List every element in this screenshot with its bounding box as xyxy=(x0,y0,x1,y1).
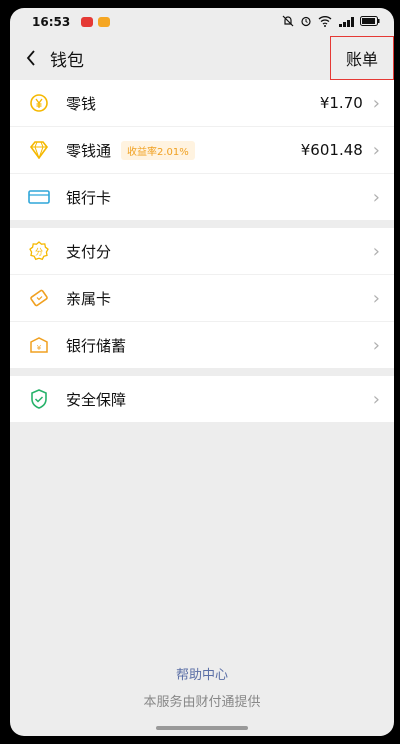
chevron-right-icon: › xyxy=(372,92,380,114)
app-notification-icon xyxy=(81,17,94,27)
chevron-right-icon: › xyxy=(372,388,380,410)
page-title: 钱包 xyxy=(50,50,84,71)
status-time: 16:53 xyxy=(32,15,71,29)
bank-card-label: 银行卡 xyxy=(66,188,112,207)
pay-score-label: 支付分 xyxy=(66,242,112,261)
alarm-icon xyxy=(300,15,312,30)
chevron-right-icon: › xyxy=(372,139,380,161)
svg-text:分: 分 xyxy=(35,248,43,257)
bank-savings-label: 银行储蓄 xyxy=(66,336,127,355)
chevron-right-icon: › xyxy=(372,287,380,309)
menu-item-lqt[interactable]: 零钱通 收益率2.01% ¥601.48 › xyxy=(10,127,394,174)
wifi-icon xyxy=(318,15,332,30)
service-note: 本服务由财付通提供 xyxy=(143,695,261,710)
shield-icon xyxy=(28,388,50,410)
pay-score-icon: 分 xyxy=(28,240,50,262)
lqt-value: ¥601.48 xyxy=(300,141,363,159)
menu-item-bank-card[interactable]: 银行卡 › xyxy=(10,174,394,220)
family-card-label: 亲属卡 xyxy=(66,289,112,308)
menu-item-security[interactable]: 安全保障 › xyxy=(10,376,394,422)
status-icons xyxy=(282,15,380,30)
menu-item-balance[interactable]: 零钱 ¥1.70 › xyxy=(10,80,394,127)
nav-bar: 钱包 账单 xyxy=(10,36,394,80)
balance-label: 零钱 xyxy=(66,94,97,113)
help-center-link[interactable]: 帮助中心 xyxy=(10,664,394,683)
battery-icon xyxy=(360,15,380,29)
group-funds: 零钱 ¥1.70 › 零钱通 收益率2.01% ¥601.48 › 银行卡 › xyxy=(10,80,394,220)
back-button[interactable] xyxy=(22,49,40,67)
weibo-notification-icon xyxy=(98,17,111,27)
back-arrow-icon xyxy=(26,50,35,66)
signal-icon xyxy=(338,17,354,27)
bill-button[interactable]: 账单 xyxy=(330,36,394,80)
chevron-right-icon: › xyxy=(372,334,380,356)
svg-text:¥: ¥ xyxy=(37,344,42,352)
menu-item-bank-savings[interactable]: ¥ 银行储蓄 › xyxy=(10,322,394,368)
yuan-coin-icon xyxy=(28,92,50,114)
bank-card-icon xyxy=(28,186,50,208)
balance-value: ¥1.70 xyxy=(319,94,363,112)
home-indicator[interactable] xyxy=(156,726,248,730)
menu-item-family-card[interactable]: 亲属卡 › xyxy=(10,275,394,322)
family-card-icon xyxy=(28,287,50,309)
status-bar: 16:53 xyxy=(10,8,394,36)
bank-savings-icon: ¥ xyxy=(28,334,50,356)
bell-mute-icon xyxy=(282,15,294,30)
chevron-right-icon: › xyxy=(372,186,380,208)
footer: 帮助中心 本服务由财付通提供 xyxy=(10,664,394,710)
chevron-right-icon: › xyxy=(372,240,380,262)
group-services: 分 支付分 › 亲属卡 › ¥ 银行储蓄 › xyxy=(10,228,394,368)
diamond-icon xyxy=(28,139,50,161)
yield-badge: 收益率2.01% xyxy=(121,140,195,160)
menu-item-pay-score[interactable]: 分 支付分 › xyxy=(10,228,394,275)
lqt-label: 零钱通 xyxy=(66,141,112,160)
security-label: 安全保障 xyxy=(66,390,127,409)
group-security: 安全保障 › xyxy=(10,376,394,422)
wallet-screen: 16:53 钱包 账单 零钱 ¥1.70 › 零钱通 收益率2.01% ¥601… xyxy=(10,8,394,736)
